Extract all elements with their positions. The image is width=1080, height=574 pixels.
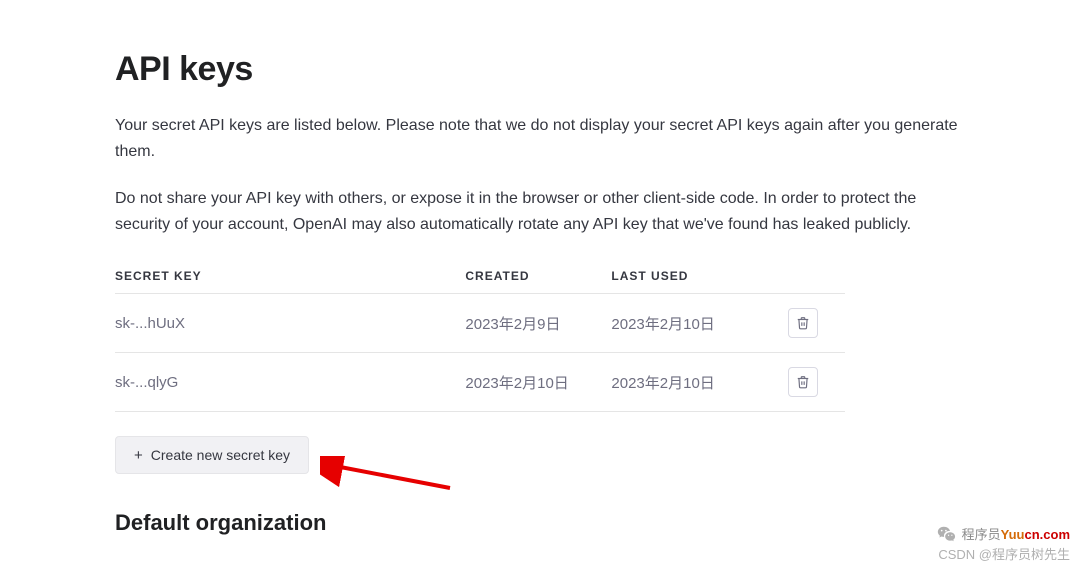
- trash-icon: [796, 375, 810, 389]
- column-header-secret-key: SECRET KEY: [115, 259, 465, 294]
- delete-key-button[interactable]: [788, 308, 818, 338]
- column-header-last-used: LAST USED: [611, 259, 772, 294]
- wechat-icon: [936, 524, 958, 546]
- table-row: sk-...hUuX 2023年2月9日 2023年2月10日: [115, 294, 845, 353]
- create-secret-key-button[interactable]: + Create new secret key: [115, 436, 309, 474]
- cell-secret-key: sk-...hUuX: [115, 294, 465, 353]
- description-warning: Do not share your API key with others, o…: [115, 186, 965, 237]
- create-button-label: Create new secret key: [151, 447, 290, 463]
- column-header-created: CREATED: [465, 259, 611, 294]
- watermark-line1-suffix: cn.com: [1024, 527, 1070, 542]
- watermark: 程序员Yuucn.com CSDN @程序员树先生: [936, 524, 1070, 564]
- cell-last-used: 2023年2月10日: [611, 353, 772, 412]
- watermark-csdn: CSDN @程序员树先生: [936, 546, 1070, 564]
- description-primary: Your secret API keys are listed below. P…: [115, 113, 965, 164]
- cell-last-used: 2023年2月10日: [611, 294, 772, 353]
- api-keys-table: SECRET KEY CREATED LAST USED sk-...hUuX …: [115, 259, 845, 412]
- trash-icon: [796, 316, 810, 330]
- page-title: API keys: [115, 50, 965, 89]
- cell-created: 2023年2月10日: [465, 353, 611, 412]
- watermark-line1-accent: Yuu: [1001, 527, 1025, 542]
- table-row: sk-...qlyG 2023年2月10日 2023年2月10日: [115, 353, 845, 412]
- delete-key-button[interactable]: [788, 367, 818, 397]
- column-header-actions: [772, 259, 845, 294]
- watermark-line1-prefix: 程序员: [962, 527, 1001, 542]
- default-organization-heading: Default organization: [115, 510, 965, 536]
- cell-created: 2023年2月9日: [465, 294, 611, 353]
- plus-icon: +: [134, 448, 143, 463]
- cell-secret-key: sk-...qlyG: [115, 353, 465, 412]
